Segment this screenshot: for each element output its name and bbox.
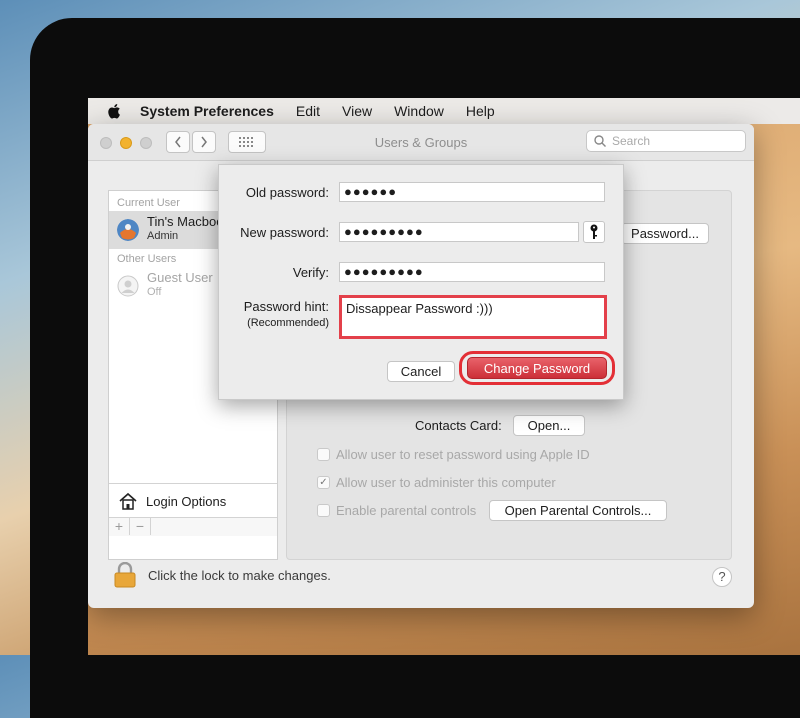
menu-edit[interactable]: Edit	[296, 103, 320, 119]
guest-avatar-icon	[117, 275, 139, 297]
old-password-field[interactable]: ●●●●●●	[339, 182, 605, 202]
checkbox-box	[317, 504, 330, 517]
parental-controls-checkbox[interactable]: Enable parental controls	[317, 503, 476, 518]
password-hint-label: Password hint:	[243, 299, 329, 314]
change-password-button[interactable]: Password...	[621, 223, 709, 244]
current-user-header: Current User	[117, 197, 180, 209]
other-users-header: Other Users	[117, 253, 177, 265]
cancel-button[interactable]: Cancel	[387, 361, 455, 382]
checkmark-icon: ✓	[317, 476, 330, 489]
guest-user-name: Guest User	[147, 270, 213, 285]
reset-password-checkbox[interactable]: Allow user to reset password using Apple…	[317, 447, 590, 462]
user-avatar	[117, 219, 139, 241]
login-options-label: Login Options	[146, 493, 227, 509]
add-user-button[interactable]: +	[109, 518, 130, 535]
old-password-label: Old password:	[245, 185, 329, 200]
menu-system-preferences[interactable]: System Preferences	[140, 103, 274, 119]
checkbox-label: Allow user to administer this computer	[336, 475, 556, 490]
menu-help[interactable]: Help	[466, 103, 495, 119]
key-icon	[590, 224, 598, 239]
apple-menu-icon[interactable]	[106, 102, 124, 120]
login-options-item[interactable]: Login Options	[109, 483, 277, 518]
search-icon	[594, 135, 606, 147]
menu-window[interactable]: Window	[394, 103, 444, 119]
guest-user-role: Off	[147, 286, 162, 298]
add-remove-bar: + −	[109, 517, 277, 536]
confirm-change-password-button[interactable]: Change Password	[467, 357, 607, 379]
menu-view[interactable]: View	[342, 103, 372, 119]
current-user-role: Admin	[147, 230, 179, 242]
screen: System Preferences Edit View Window Help	[88, 98, 800, 655]
users-groups-window: Users & Groups Search Current User Tin's…	[88, 124, 754, 608]
change-password-dialog: Old password: ●●●●●● New password: ●●●●●…	[218, 164, 624, 400]
checkbox-label: Enable parental controls	[336, 503, 477, 518]
password-assistant-button[interactable]	[583, 221, 605, 243]
password-hint-field[interactable]: Dissappear Password :)))	[339, 295, 607, 339]
title-bar: Users & Groups Search	[88, 124, 754, 161]
search-field[interactable]: Search	[586, 130, 746, 152]
new-password-field[interactable]: ●●●●●●●●●	[339, 222, 579, 242]
house-icon	[119, 492, 137, 510]
open-parental-controls-button[interactable]: Open Parental Controls...	[489, 500, 667, 521]
contacts-card-label: Contacts Card:	[415, 418, 502, 433]
open-contacts-button[interactable]: Open...	[513, 415, 585, 436]
menu-bar: System Preferences Edit View Window Help	[88, 98, 800, 124]
verify-field[interactable]: ●●●●●●●●●	[339, 262, 605, 282]
verify-label: Verify:	[292, 265, 329, 280]
search-placeholder: Search	[612, 134, 651, 148]
checkbox-box	[317, 448, 330, 461]
new-password-label: New password:	[240, 225, 329, 240]
remove-user-button[interactable]: −	[130, 518, 151, 535]
lock-icon	[114, 562, 136, 588]
lock-row[interactable]: Click the lock to make changes.	[114, 562, 331, 588]
lock-text: Click the lock to make changes.	[148, 567, 331, 583]
help-button[interactable]: ?	[712, 567, 732, 587]
checkbox-label: Allow user to reset password using Apple…	[336, 447, 590, 462]
administer-checkbox[interactable]: ✓ Allow user to administer this computer	[317, 475, 556, 490]
recommended-label: (Recommended)	[247, 317, 329, 329]
